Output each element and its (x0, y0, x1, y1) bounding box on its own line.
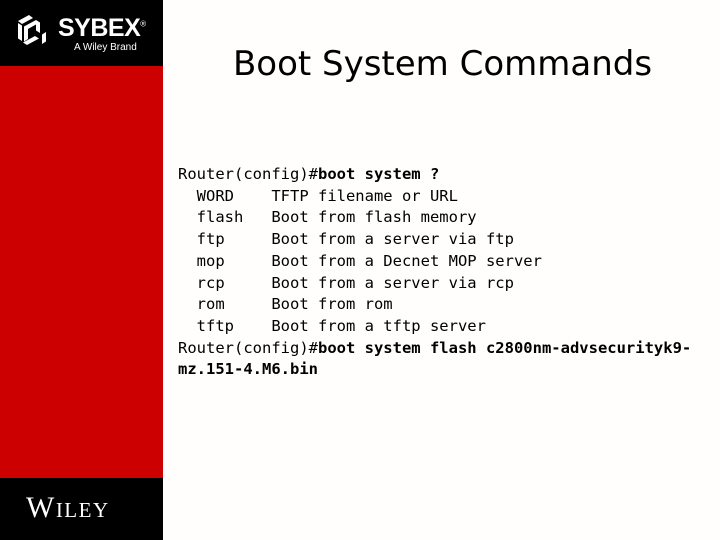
console-command: boot system ? (317, 165, 440, 183)
console-line: WORD TFTP filename or URL (178, 186, 708, 208)
console-line: flash Boot from flash memory (178, 207, 708, 229)
cube-icon (16, 14, 52, 48)
wiley-logo: Wiley (26, 491, 110, 524)
console-prompt: tftp Boot from a tftp server (178, 316, 486, 335)
console-line: mop Boot from a Decnet MOP server (178, 251, 708, 273)
registered-icon: ® (140, 19, 146, 29)
console-prompt: flash Boot from flash memory (178, 208, 477, 227)
sybex-wordmark: SYBEX® (58, 16, 146, 41)
console-line: rom Boot from rom (178, 294, 708, 316)
console-prompt: Router(config)# (178, 165, 318, 183)
console-prompt: rcp Boot from a server via rcp (178, 273, 514, 292)
sybex-logo: SYBEX® A Wiley Brand (16, 10, 156, 62)
page-title: Boot System Commands (232, 44, 653, 84)
console-line: ftp Boot from a server via ftp (178, 229, 708, 251)
brand-rail (0, 0, 163, 540)
console-line: tftp Boot from a tftp server (178, 316, 708, 338)
sybex-name: SYBEX (58, 14, 141, 42)
sybex-tagline: A Wiley Brand (74, 42, 137, 53)
console-prompt: WORD TFTP filename or URL (178, 186, 458, 205)
console-prompt: ftp Boot from a server via ftp (178, 230, 514, 249)
console-prompt: Router(config)# (178, 338, 318, 357)
console-line: Router(config)#boot system ? (178, 164, 708, 186)
console-line: Router(config)#boot system flash c2800nm… (178, 338, 708, 381)
console-prompt: rom Boot from rom (178, 295, 393, 314)
slide: SYBEX® A Wiley Brand Wiley Boot System C… (0, 0, 720, 540)
rail-red-band (0, 66, 163, 478)
console-output: Router(config)#boot system ? WORD TFTP f… (178, 164, 708, 381)
console-prompt: mop Boot from a Decnet MOP server (178, 251, 542, 270)
console-line: rcp Boot from a server via rcp (178, 273, 708, 295)
